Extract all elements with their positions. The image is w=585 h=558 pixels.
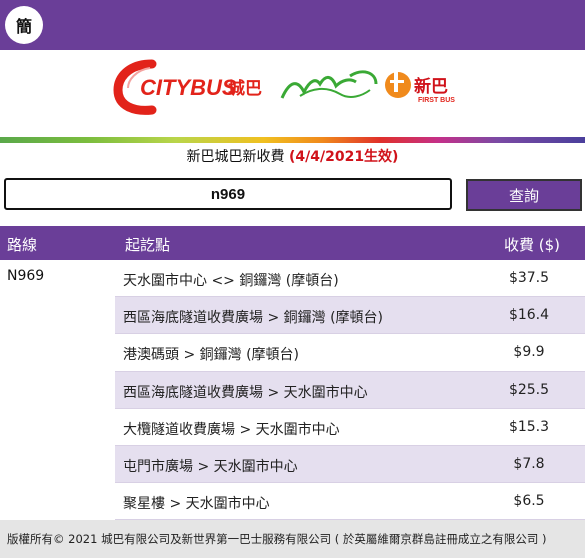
fare-table-rows: 天水圍市中心 <> 銅鑼灣 (摩頓台) $37.5 西區海底隧道收費廣場 > 銅… [115,260,585,521]
row-stops: 港澳碼頭 > 銅鑼灣 (摩頓台) [123,347,300,364]
top-bar: 簡 [0,0,585,50]
table-row[interactable]: 聚星樓 > 天水圍市中心 $6.5 [115,483,585,521]
nwfb-logo: 新巴 FIRST BUS [280,70,455,104]
citybus-chinese: 城巴 [228,79,262,99]
row-stops: 聚星樓 > 天水圍市中心 [123,496,270,513]
row-stops: 大欖隧道收費廣場 > 天水圍市中心 [123,421,340,438]
header-stops: 起訖點 [125,236,171,254]
table-row[interactable]: 西區海底隧道收費廣場 > 銅鑼灣 (摩頓台) $16.4 [115,297,585,335]
colour-stripe [0,137,585,143]
row-stops: 屯門市廣場 > 天水圍市中心 [123,458,298,475]
row-fare: $37.5 [508,270,550,286]
table-row[interactable]: 屯門市廣場 > 天水圍市中心 $7.8 [115,445,585,484]
route-search-input[interactable] [4,178,452,210]
nwfb-chinese: 新巴 [414,76,448,97]
row-fare: $9.9 [513,344,545,361]
row-fare: $25.5 [508,381,550,398]
row-stops: 天水圍市中心 <> 銅鑼灣 (摩頓台) [123,273,339,289]
search-button[interactable]: 查詢 [466,179,582,211]
route-number: N969 [7,268,45,284]
fare-table-header: 路線 起訖點 收費 ($) [0,226,585,260]
row-fare: $15.3 [508,418,550,435]
language-toggle-button[interactable]: 簡 [5,6,43,44]
table-row[interactable]: 大欖隧道收費廣場 > 天水圍市中心 $15.3 [115,409,585,446]
row-fare: $16.4 [508,307,550,324]
effective-date: (4/4/2021生效) [288,149,399,165]
fare-notice: 新巴城巴新收費 (4/4/2021生效) [0,146,585,166]
fare-notice-label: 新巴城巴新收費 [186,149,289,165]
citybus-wordmark: CITYBUS [140,75,237,100]
row-fare: $6.5 [513,493,545,510]
nwfb-wordmark: FIRST BUS [418,97,455,104]
logo-banner: CITYBUS 城巴 新巴 FIRST BUS [0,50,585,138]
copyright-footer: 版權所有© 2021 城巴有限公司及新世界第一巴士服務有限公司 ( 於英屬維爾京… [0,520,585,558]
row-stops: 西區海底隧道收費廣場 > 天水圍市中心 [123,384,368,401]
header-route: 路線 [7,236,38,254]
header-fare: 收費 ($) [504,236,561,254]
operator-logos: CITYBUS 城巴 新巴 FIRST BUS [113,59,455,115]
table-row[interactable]: 天水圍市中心 <> 銅鑼灣 (摩頓台) $37.5 [115,260,585,298]
row-fare: $7.8 [513,455,545,472]
table-row[interactable]: 港澳碼頭 > 銅鑼灣 (摩頓台) $9.9 [115,334,585,372]
table-row[interactable]: 西區海底隧道收費廣場 > 天水圍市中心 $25.5 [115,371,585,409]
citybus-logo: CITYBUS 城巴 [113,59,262,115]
row-stops: 西區海底隧道收費廣場 > 銅鑼灣 (摩頓台) [123,310,384,327]
